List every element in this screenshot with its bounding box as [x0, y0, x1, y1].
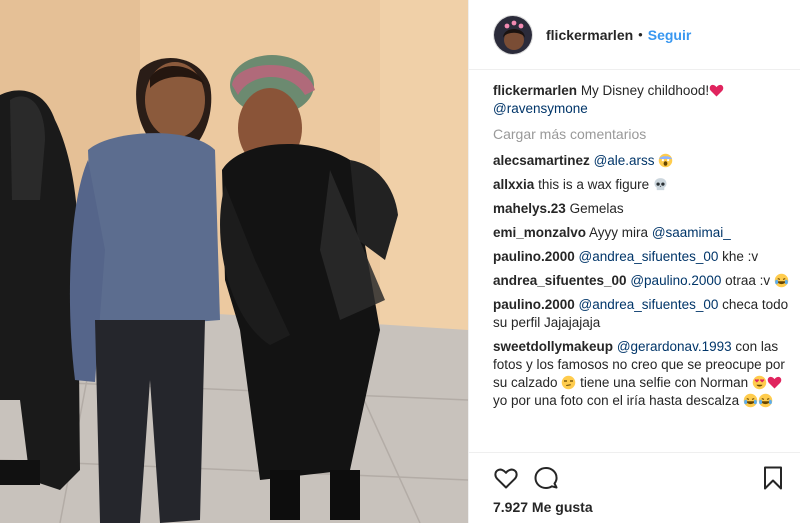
scream-emoji [658, 153, 673, 168]
avatar-image [494, 15, 532, 54]
post-photo[interactable] [0, 0, 468, 523]
post-side-panel: flickermarlen • Seguir flickermarlen My … [468, 0, 800, 523]
laughing-tears-emoji [774, 273, 789, 288]
comment-mention[interactable]: @andrea_sifuentes_00 [579, 249, 719, 264]
comment-text: this is a wax figure [538, 177, 650, 192]
comment-row: andrea_sifuentes_00 @paulino.2000 otraa … [493, 272, 789, 290]
laughing-tears-emoji [743, 393, 758, 408]
comment-mention[interactable]: @gerardonav.1993 [617, 339, 732, 354]
heart-outline-icon[interactable] [493, 465, 519, 491]
comment-username[interactable]: paulino.2000 [493, 249, 575, 264]
post-header: flickermarlen • Seguir [469, 0, 800, 70]
follow-button[interactable]: Seguir [648, 27, 692, 43]
load-more-comments[interactable]: Cargar más comentarios [493, 126, 789, 142]
comment-row: emi_monzalvo Ayyy mira @saamimai_ [493, 224, 789, 242]
laughing-tears-emoji [758, 393, 773, 408]
comment-text-continued: tiene una selfie con Norman [580, 375, 749, 390]
comment-row: allxxia this is a wax figure [493, 176, 789, 194]
comment-mention[interactable]: @paulino.2000 [630, 273, 721, 288]
caption-mention[interactable]: @ravensymone [493, 101, 588, 116]
comment-username[interactable]: emi_monzalvo [493, 225, 586, 240]
comment-username[interactable]: paulino.2000 [493, 297, 575, 312]
red-heart-emoji [709, 83, 724, 98]
comment-text: otraa :v [725, 273, 771, 288]
header-username[interactable]: flickermarlen [546, 27, 633, 43]
comment-row: sweetdollymakeup @gerardonav.1993 con la… [493, 338, 789, 410]
comment-row: mahelys.23 Gemelas [493, 200, 789, 218]
comment-text-end: yo por una foto con el iría hasta descal… [493, 393, 740, 408]
photo-illustration [0, 0, 468, 523]
caption: flickermarlen My Disney childhood! @rave… [493, 82, 789, 118]
comments-list: flickermarlen My Disney childhood! @rave… [493, 82, 789, 416]
speech-bubble-icon[interactable] [533, 465, 559, 491]
unamused-emoji [561, 375, 576, 390]
comment-username[interactable]: sweetdollymakeup [493, 339, 613, 354]
comment-row: paulino.2000 @andrea_sifuentes_00 checa … [493, 296, 789, 332]
bookmark-icon[interactable] [760, 465, 786, 491]
caption-username[interactable]: flickermarlen [493, 83, 577, 98]
comment-username[interactable]: alecsamartinez [493, 153, 590, 168]
instagram-post: flickermarlen • Seguir flickermarlen My … [0, 0, 800, 523]
skull-emoji [653, 177, 668, 192]
separator-dot: • [638, 27, 643, 42]
comment-username[interactable]: andrea_sifuentes_00 [493, 273, 627, 288]
comment-username[interactable]: mahelys.23 [493, 201, 566, 216]
comment-row: paulino.2000 @andrea_sifuentes_00 khe :v [493, 248, 789, 266]
comment-text: Ayyy mira [589, 225, 649, 240]
comment-mention[interactable]: @ale.arss [594, 153, 655, 168]
avatar[interactable] [493, 14, 533, 55]
comment-text: Gemelas [569, 201, 624, 216]
comment-text: khe :v [722, 249, 759, 264]
comment-row: alecsamartinez @ale.arss [493, 152, 789, 170]
comment-username[interactable]: allxxia [493, 177, 534, 192]
heart-eyes-emoji [752, 375, 767, 390]
caption-text: My Disney childhood! [580, 83, 710, 98]
comment-mention[interactable]: @saamimai_ [652, 225, 731, 240]
likes-count[interactable]: 7.927 Me gusta [493, 499, 593, 515]
post-actions: 7.927 Me gusta [469, 452, 800, 523]
red-heart-emoji [767, 375, 782, 390]
comment-mention[interactable]: @andrea_sifuentes_00 [579, 297, 719, 312]
